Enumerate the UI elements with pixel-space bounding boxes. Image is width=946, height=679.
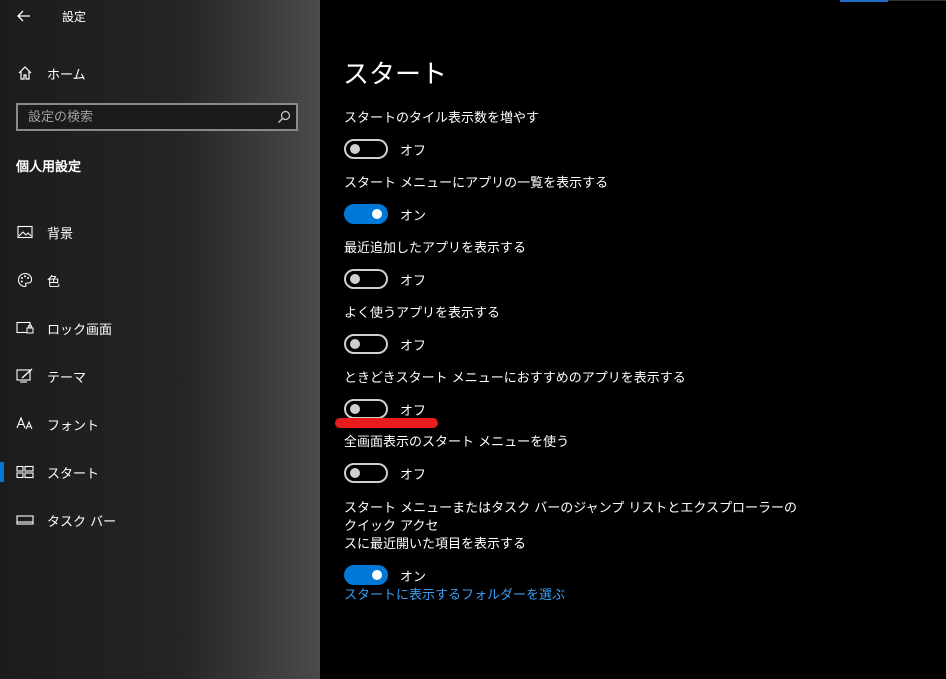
setting-label: スタート メニューまたはタスク バーのジャンプ リストとエクスプローラーのクイッ… <box>344 500 804 554</box>
toggle-switch[interactable] <box>344 139 388 159</box>
settings-window: 設定 ホーム 個人用設定 背景 <box>0 0 946 679</box>
toggle-row: オン <box>344 203 804 225</box>
palette-icon <box>16 271 34 289</box>
page-title: スタート <box>343 60 448 90</box>
sidebar-item-label: テーマ <box>47 371 87 386</box>
setting-full-screen: 全画面表示のスタート メニューを使う オフ <box>344 434 804 484</box>
sidebar-item-color[interactable]: 色 <box>0 256 320 304</box>
title-bar: 設定 <box>0 0 320 34</box>
app-title: 設定 <box>62 10 87 24</box>
sidebar-item-label: 背景 <box>47 227 74 242</box>
toggle-switch[interactable] <box>344 399 388 419</box>
toggle-knob <box>350 468 360 478</box>
search-icon[interactable] <box>272 105 296 129</box>
toggle-row: オフ <box>344 462 804 484</box>
taskbar-icon <box>16 511 34 529</box>
section-title: 個人用設定 <box>16 160 82 175</box>
setting-label: スタートのタイル表示数を増やす <box>344 111 540 126</box>
sidebar: 設定 ホーム 個人用設定 背景 <box>0 0 320 679</box>
search-input[interactable] <box>18 105 272 129</box>
font-icon <box>16 415 34 433</box>
setting-label: ときどきスタート メニューにおすすめのアプリを表示する <box>344 371 686 386</box>
setting-label: よく使うアプリを表示する <box>344 306 501 321</box>
picture-icon <box>16 223 34 241</box>
toggle-knob <box>350 144 360 154</box>
home-icon <box>16 64 34 82</box>
toggle-state: オフ <box>400 273 427 289</box>
theme-icon <box>16 367 34 385</box>
setting-app-list: スタート メニューにアプリの一覧を表示する オン <box>344 175 804 225</box>
setting-label: 全画面表示のスタート メニューを使う <box>344 435 570 450</box>
choose-folders-link[interactable]: スタートに表示するフォルダーを選ぶ <box>344 584 565 603</box>
sidebar-item-theme[interactable]: テーマ <box>0 352 320 400</box>
accent-bar-secondary <box>888 0 946 1</box>
nav-list: 背景 色 ロック画面 テーマ フォント スタート タスク バー <box>0 208 320 544</box>
toggle-knob <box>372 209 382 219</box>
start-icon <box>16 463 34 481</box>
back-button[interactable] <box>10 4 38 30</box>
toggle-state: オン <box>400 208 427 224</box>
sidebar-item-label: フォント <box>47 419 100 434</box>
toggle-knob <box>350 339 360 349</box>
sidebar-item-taskbar[interactable]: タスク バー <box>0 496 320 544</box>
nav-home[interactable]: ホーム <box>0 58 320 88</box>
toggle-knob <box>372 570 382 580</box>
sidebar-item-label: 色 <box>47 275 61 290</box>
toggle-switch[interactable] <box>344 463 388 483</box>
toggle-row: オフ <box>344 138 804 160</box>
toggle-row: オフ <box>344 333 804 355</box>
setting-jump-list: スタート メニューまたはタスク バーのジャンプ リストとエクスプローラーのクイッ… <box>344 500 804 586</box>
lock-screen-icon <box>16 319 34 337</box>
toggle-state: オン <box>400 569 427 585</box>
toggle-row: オフ <box>344 398 804 420</box>
setting-most-used: よく使うアプリを表示する オフ <box>344 305 804 355</box>
nav-home-label: ホーム <box>47 68 86 83</box>
toggle-knob <box>350 404 360 414</box>
toggle-switch[interactable] <box>344 269 388 289</box>
sidebar-item-label: スタート <box>47 467 100 482</box>
setting-label: 最近追加したアプリを表示する <box>344 241 527 256</box>
sidebar-item-lock-screen[interactable]: ロック画面 <box>0 304 320 352</box>
setting-suggestions: ときどきスタート メニューにおすすめのアプリを表示する オフ <box>344 370 804 420</box>
toggle-switch[interactable] <box>344 204 388 224</box>
red-annotation-underline <box>335 418 438 428</box>
sidebar-item-label: ロック画面 <box>47 323 113 338</box>
sidebar-item-background[interactable]: 背景 <box>0 208 320 256</box>
setting-label-line-1: スタート メニューまたはタスク バーのジャンプ リストとエクスプローラーのクイッ… <box>344 501 797 534</box>
sidebar-item-font[interactable]: フォント <box>0 400 320 448</box>
toggle-knob <box>350 274 360 284</box>
setting-label-line-2: スに最近開いた項目を表示する <box>344 537 527 552</box>
toggle-switch[interactable] <box>344 565 388 585</box>
setting-recently-added: 最近追加したアプリを表示する オフ <box>344 240 804 290</box>
toggle-state: オフ <box>400 403 427 419</box>
back-arrow-icon <box>17 8 31 26</box>
setting-label: スタート メニューにアプリの一覧を表示する <box>344 176 609 191</box>
toggle-row: オン <box>344 564 804 586</box>
sidebar-item-start[interactable]: スタート <box>0 448 320 496</box>
main-content: スタート スタートのタイル表示数を増やす オフ スタート メニューにアプリの一覧… <box>320 0 946 679</box>
toggle-state: オフ <box>400 143 427 159</box>
toggle-state: オフ <box>400 338 427 354</box>
toggle-state: オフ <box>400 467 427 483</box>
toggle-switch[interactable] <box>344 334 388 354</box>
toggle-row: オフ <box>344 268 804 290</box>
sidebar-item-label: タスク バー <box>47 515 117 530</box>
setting-more-tiles: スタートのタイル表示数を増やす オフ <box>344 110 804 160</box>
search-box[interactable] <box>16 103 298 131</box>
accent-bar <box>840 0 888 2</box>
